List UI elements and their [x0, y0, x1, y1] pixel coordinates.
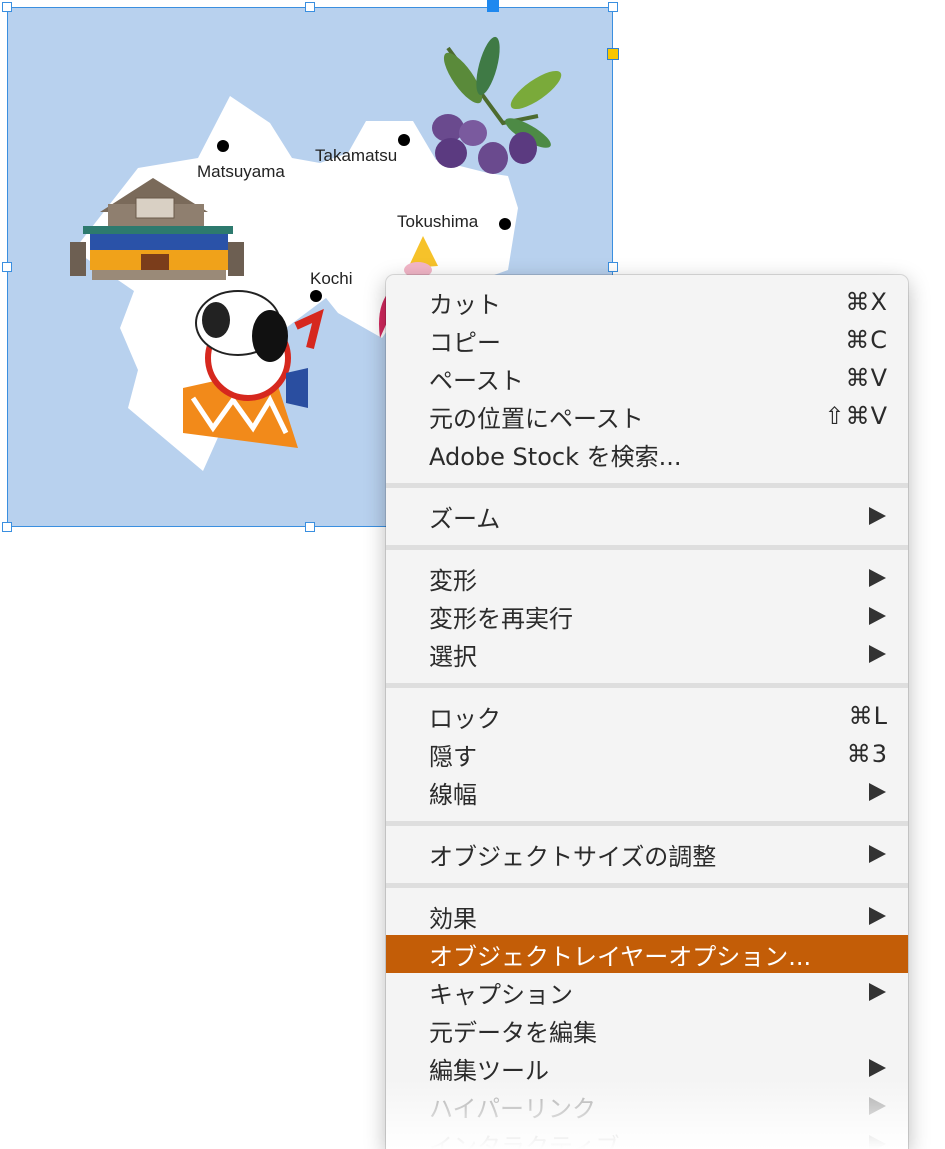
city-label-takamatsu: Takamatsu	[315, 146, 398, 165]
tokushima-dot	[499, 218, 511, 230]
menu-item-copy[interactable]: コピー ⌘C	[386, 321, 908, 359]
submenu-arrow-icon	[869, 1059, 886, 1077]
submenu-arrow-icon	[869, 907, 886, 925]
menu-item-edit-with[interactable]: 編集ツール	[386, 1049, 908, 1087]
menu-separator	[386, 683, 908, 688]
submenu-arrow-icon	[869, 983, 886, 1001]
menu-item-paste[interactable]: ペースト ⌘V	[386, 359, 908, 397]
menu-item-fitting[interactable]: オブジェクトサイズの調整	[386, 835, 908, 873]
menu-item-interactive[interactable]: インタラクティブ	[386, 1125, 908, 1149]
handle-bottom-left[interactable]	[2, 522, 12, 532]
handle-bottom-middle[interactable]	[305, 522, 315, 532]
submenu-arrow-icon	[869, 1097, 886, 1115]
city-label-kochi: Kochi	[310, 269, 353, 288]
menu-separator	[386, 483, 908, 488]
menu-item-captions[interactable]: キャプション	[386, 973, 908, 1011]
menu-item-effects[interactable]: 効果	[386, 897, 908, 935]
menu-item-select[interactable]: 選択	[386, 635, 908, 673]
menu-item-transform[interactable]: 変形	[386, 559, 908, 597]
menu-item-paste-in-place[interactable]: 元の位置にペースト ⇧⌘V	[386, 397, 908, 435]
menu-item-object-layer-options[interactable]: オブジェクトレイヤーオプション...	[386, 935, 908, 973]
city-label-tokushima: Tokushima	[397, 212, 479, 231]
submenu-arrow-icon	[869, 645, 886, 663]
submenu-arrow-icon	[869, 1135, 886, 1149]
menu-item-zoom[interactable]: ズーム	[386, 497, 908, 535]
menu-separator	[386, 883, 908, 888]
kochi-dot	[310, 290, 322, 302]
submenu-arrow-icon	[869, 569, 886, 587]
menu-item-lock[interactable]: ロック ⌘L	[386, 697, 908, 735]
city-label-matsuyama: Matsuyama	[197, 162, 285, 181]
takamatsu-dot	[398, 134, 410, 146]
submenu-arrow-icon	[869, 507, 886, 525]
handle-middle-left[interactable]	[2, 262, 12, 272]
menu-item-search-adobe-stock[interactable]: Adobe Stock を検索...	[386, 435, 908, 473]
handle-top-right[interactable]	[608, 2, 618, 12]
menu-item-transform-again[interactable]: 変形を再実行	[386, 597, 908, 635]
menu-separator	[386, 545, 908, 550]
submenu-arrow-icon	[869, 607, 886, 625]
handle-top-left[interactable]	[2, 2, 12, 12]
menu-item-stroke-weight[interactable]: 線幅	[386, 773, 908, 811]
handle-middle-right[interactable]	[608, 262, 618, 272]
menu-item-cut[interactable]: カット ⌘X	[386, 283, 908, 321]
menu-item-edit-original[interactable]: 元データを編集	[386, 1011, 908, 1049]
submenu-arrow-icon	[869, 845, 886, 863]
matsuyama-dot	[217, 140, 229, 152]
handle-top-middle[interactable]	[305, 2, 315, 12]
handle-corner-options[interactable]	[607, 48, 619, 60]
context-menu: カット ⌘X コピー ⌘C ペースト ⌘V 元の位置にペースト ⇧⌘V Adob…	[386, 275, 908, 1149]
submenu-arrow-icon	[869, 783, 886, 801]
menu-item-hyperlinks[interactable]: ハイパーリンク	[386, 1087, 908, 1125]
handle-top-center-active[interactable]	[487, 0, 499, 12]
olive-branch-icon	[432, 36, 562, 174]
menu-item-hide[interactable]: 隠す ⌘3	[386, 735, 908, 773]
menu-separator	[386, 821, 908, 826]
